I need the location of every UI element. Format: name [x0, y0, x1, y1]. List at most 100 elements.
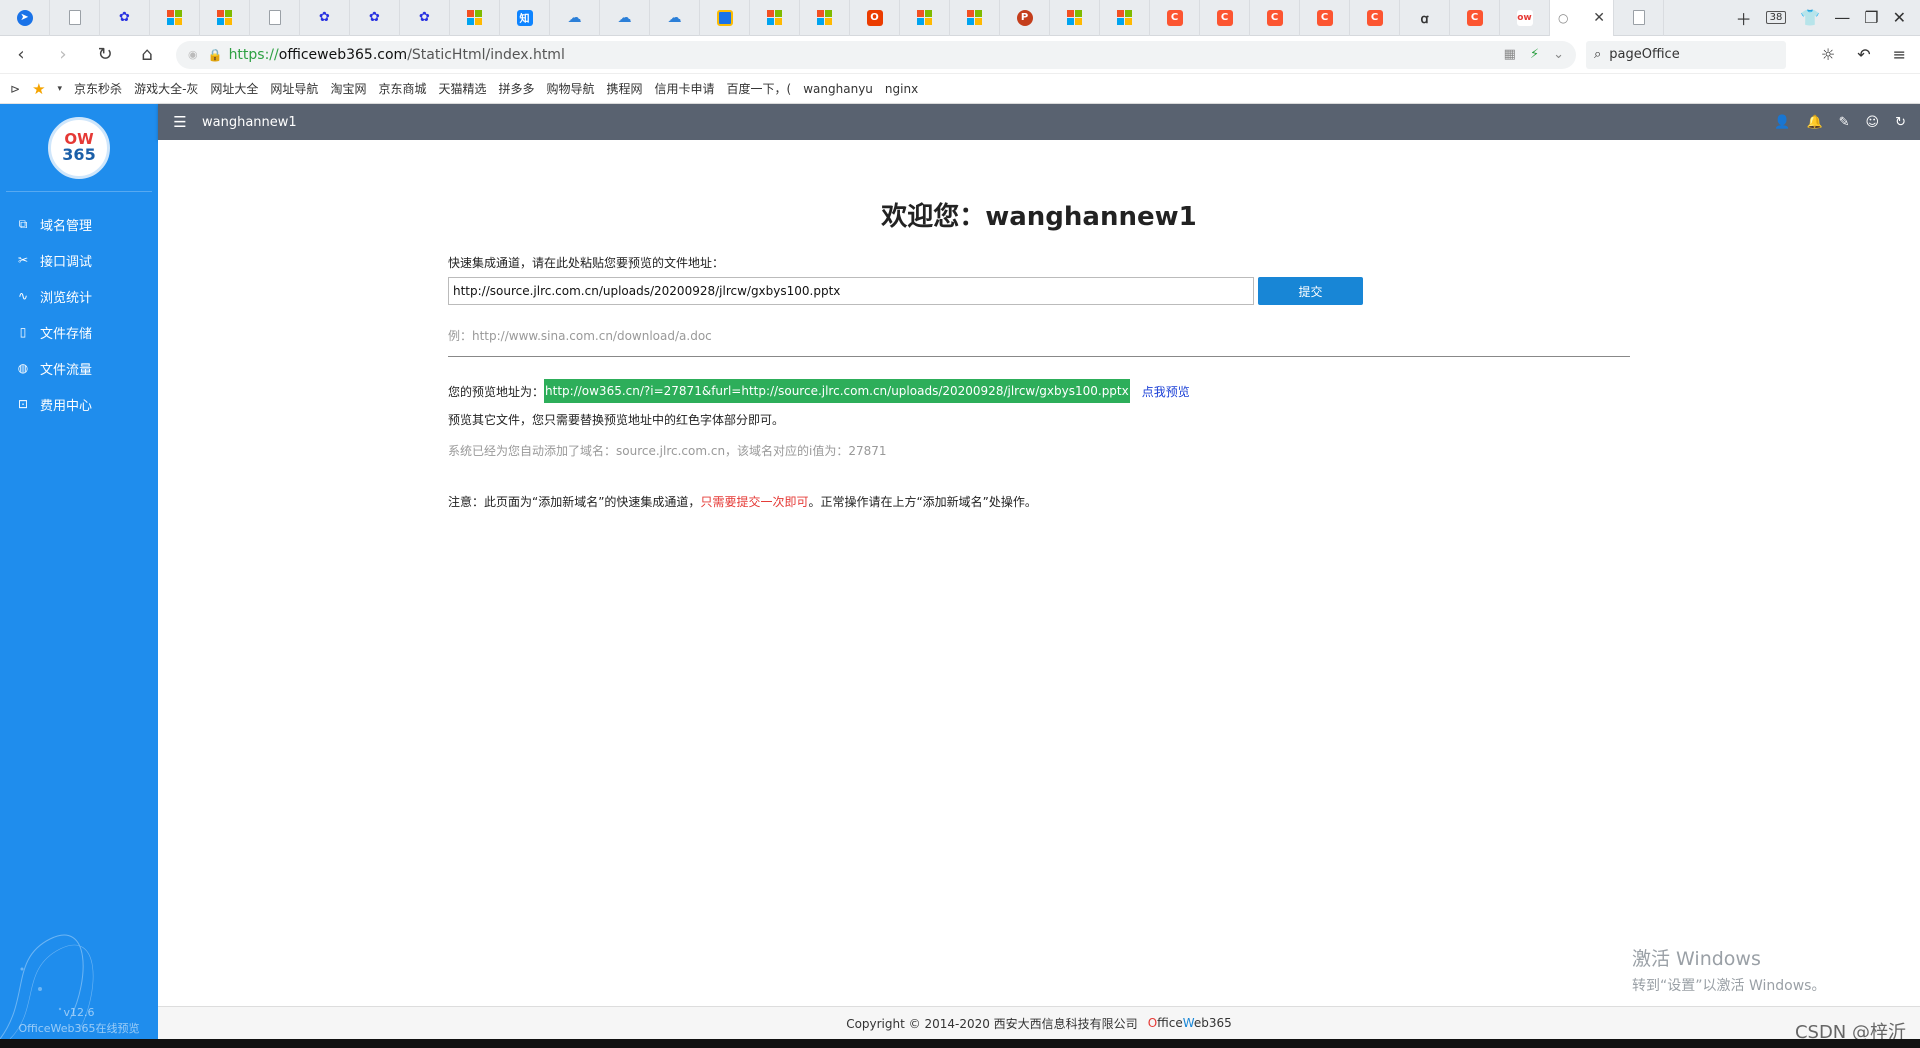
browser-tab[interactable]: C — [1300, 0, 1350, 36]
browser-tab[interactable] — [750, 0, 800, 36]
bell-icon[interactable]: 🔔 — [1806, 115, 1822, 130]
search-input[interactable]: pageOffice — [1609, 47, 1679, 62]
menu-icon[interactable]: ≡ — [1893, 45, 1906, 64]
url-input-row: 提交 — [448, 277, 1630, 305]
refresh-icon[interactable]: ↻ — [1895, 115, 1906, 130]
hamburger-menu-icon[interactable]: ☰ — [158, 113, 202, 131]
ow365-logo[interactable]: OW 365 — [48, 116, 110, 179]
new-tab-icon[interactable]: ＋ — [1736, 6, 1752, 30]
browser-tab[interactable] — [200, 0, 250, 36]
browser-tab[interactable]: ☁ — [650, 0, 700, 36]
browser-tab[interactable]: ow — [1500, 0, 1550, 36]
search-box[interactable]: ⌕ pageOffice — [1586, 40, 1786, 69]
click-preview-link[interactable]: 点我预览 — [1142, 383, 1190, 400]
chevron-down-icon[interactable]: ⌄ — [1553, 47, 1564, 62]
brightness-icon[interactable]: ☼ — [1821, 45, 1835, 64]
lightning-icon[interactable]: ⚡ — [1530, 47, 1539, 62]
sidebar-item-domain[interactable]: ⧉ 域名管理 — [0, 206, 158, 242]
browser-tab[interactable]: C — [1250, 0, 1300, 36]
browser-tab[interactable] — [50, 0, 100, 36]
browser-tab[interactable]: C — [1150, 0, 1200, 36]
paw-icon: ✿ — [319, 10, 330, 25]
browser-tab[interactable]: ✿ — [300, 0, 350, 36]
browser-tab[interactable]: P — [1000, 0, 1050, 36]
sidebar-item-billing[interactable]: ⊡ 费用中心 — [0, 386, 158, 422]
edit-icon[interactable]: ✎ — [1839, 115, 1850, 130]
browser-tab[interactable]: C — [1200, 0, 1250, 36]
browser-tab[interactable]: C — [1350, 0, 1400, 36]
undo-icon[interactable]: ↶ — [1857, 45, 1870, 64]
browser-tab[interactable] — [150, 0, 200, 36]
star-icon[interactable]: ★ — [32, 80, 45, 98]
drive-icon — [716, 9, 733, 26]
browser-tab[interactable] — [250, 0, 300, 36]
bookmark-item[interactable]: 百度一下，( — [727, 80, 792, 97]
home-icon[interactable]: ⌂ — [126, 44, 168, 65]
tab-count-badge[interactable]: 38 — [1765, 11, 1787, 24]
browser-tab[interactable] — [1614, 0, 1664, 36]
back-icon[interactable]: ‹ — [0, 44, 42, 65]
restore-icon[interactable]: ❐ — [1864, 8, 1878, 27]
sidebar-item-storage[interactable]: ▯ 文件存储 — [0, 314, 158, 350]
browser-tab[interactable]: 知 — [500, 0, 550, 36]
user-icon[interactable]: 👤 — [1774, 115, 1790, 130]
browser-tab[interactable] — [950, 0, 1000, 36]
bookmark-item[interactable]: 信用卡申请 — [655, 80, 715, 97]
csdn-icon: C — [1166, 9, 1183, 26]
bookmark-item[interactable]: 游戏大全-灰 — [134, 80, 198, 97]
bookmark-item[interactable]: 购物导航 — [547, 80, 595, 97]
bookmark-item[interactable]: 拼多多 — [498, 80, 534, 97]
bookmark-item[interactable]: 网址导航 — [270, 80, 318, 97]
browser-tab[interactable] — [1050, 0, 1100, 36]
browser-tab[interactable]: O — [850, 0, 900, 36]
reload-icon[interactable]: ↻ — [84, 44, 126, 65]
browser-tab[interactable]: ꭤ — [1400, 0, 1450, 36]
browser-tab[interactable]: ✿ — [400, 0, 450, 36]
minimize-icon[interactable]: — — [1834, 8, 1850, 27]
preview-url[interactable]: http://ow365.cn/?i=27871&furl=http://sou… — [544, 379, 1130, 403]
bookmark-item[interactable]: 携程网 — [607, 80, 643, 97]
microsoft-icon — [767, 10, 782, 25]
file-url-input[interactable] — [448, 277, 1254, 305]
bookmark-item[interactable]: 网址大全 — [210, 80, 258, 97]
microsoft-icon — [967, 10, 982, 25]
caret-down-icon[interactable]: ▾ — [58, 84, 63, 94]
bookmark-item[interactable]: 天猫精选 — [438, 80, 486, 97]
sidebar-item-stats[interactable]: ∿ 浏览统计 — [0, 278, 158, 314]
browser-tab[interactable] — [700, 0, 750, 36]
browser-tab-strip: ➤ ✿ ✿ ✿ ✿ 知 ☁ ☁ ☁ O P C C C C C ꭤ C ow ○… — [0, 0, 1920, 36]
bookmark-item[interactable]: 淘宝网 — [330, 80, 366, 97]
browser-tab[interactable]: ✿ — [100, 0, 150, 36]
microsoft-icon — [167, 10, 182, 25]
footer-brand[interactable]: OfficeWeb365 — [1148, 1016, 1232, 1030]
browser-tab[interactable] — [1100, 0, 1150, 36]
sidebar-toggle-icon[interactable]: ⊳ — [10, 82, 20, 96]
smile-icon[interactable]: ☺ — [1866, 115, 1880, 130]
browser-tab[interactable]: ➤ — [0, 0, 50, 36]
logo-area: OW 365 — [6, 104, 152, 192]
address-bar[interactable]: ◉ 🔒 https:// officeweb365.com /StaticHtm… — [176, 40, 1576, 69]
shirt-icon[interactable]: 👕 — [1800, 8, 1820, 27]
browser-tab[interactable] — [450, 0, 500, 36]
forward-icon[interactable]: › — [42, 44, 84, 65]
site-info-icon[interactable]: ◉ — [188, 48, 198, 61]
bookmark-item[interactable]: 京东商城 — [378, 80, 426, 97]
close-window-icon[interactable]: ✕ — [1893, 8, 1906, 27]
submit-button[interactable]: 提交 — [1258, 277, 1363, 305]
close-tab-icon[interactable]: ✕ — [1593, 10, 1605, 26]
browser-tab[interactable]: ☁ — [550, 0, 600, 36]
bookmark-item[interactable]: nginx — [885, 82, 918, 96]
bookmark-item[interactable]: 京东秒杀 — [74, 80, 122, 97]
globe-icon: ◍ — [17, 361, 29, 375]
browser-tab[interactable] — [900, 0, 950, 36]
browser-tab[interactable]: ☁ — [600, 0, 650, 36]
browser-tab[interactable]: ✿ — [350, 0, 400, 36]
bookmark-item[interactable]: wanghanyu — [803, 82, 873, 96]
sidebar-item-traffic[interactable]: ◍ 文件流量 — [0, 350, 158, 386]
cloud-icon: ☁ — [667, 9, 682, 26]
qr-code-icon[interactable]: ▦ — [1504, 47, 1516, 62]
active-tab[interactable]: ○ ✕ — [1550, 0, 1614, 36]
browser-tab[interactable]: C — [1450, 0, 1500, 36]
sidebar-item-debug[interactable]: ✂ 接口调试 — [0, 242, 158, 278]
browser-tab[interactable] — [800, 0, 850, 36]
